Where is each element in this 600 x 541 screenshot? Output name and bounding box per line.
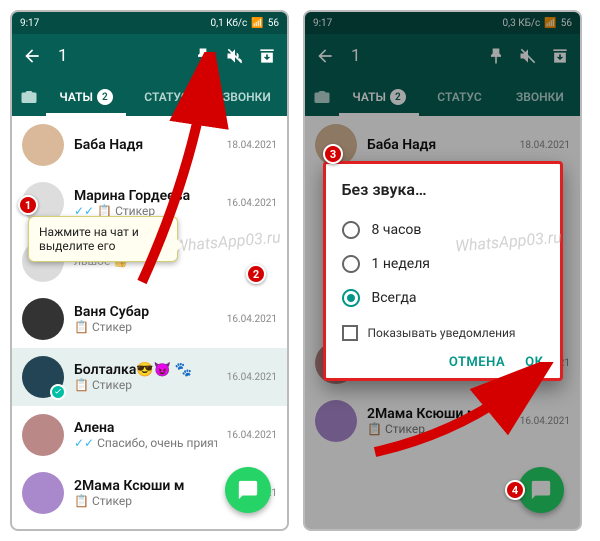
status-net: 0,1 Кб/с [210, 18, 247, 29]
chat-date: 16.04.2021 [227, 430, 277, 441]
chat-preview: 📋Стикер [74, 320, 217, 334]
selected-check-icon [50, 384, 66, 400]
tab-status[interactable]: СТАТУС [126, 78, 206, 116]
radio-1-week[interactable]: 1 неделя [342, 247, 544, 281]
cancel-button[interactable]: ОТМЕНА [449, 355, 505, 370]
chat-name: 2Мама Ксюши м [74, 478, 217, 494]
ok-button[interactable]: ОК [525, 355, 543, 370]
annotation-marker-3: 3 [323, 144, 343, 164]
modal-overlay: Без звука… 8 часов 1 неделя Всегда Показ… [305, 12, 580, 529]
chat-preview: 📋Стикер [74, 378, 217, 392]
checkbox-icon [342, 325, 358, 341]
archive-icon[interactable] [257, 46, 277, 66]
avatar[interactable] [22, 414, 64, 456]
chat-date: 18.04.2021 [227, 140, 277, 151]
status-time: 9:17 [20, 18, 39, 29]
chat-date: 16.04.2021 [227, 372, 277, 383]
chats-unread-badge: 2 [97, 89, 113, 105]
tab-calls[interactable]: ЗВОНКИ [207, 78, 287, 116]
avatar[interactable] [22, 356, 64, 398]
chat-row[interactable]: Алена ✓✓ Спасибо, очень приятно )) 16.04… [12, 406, 287, 464]
chat-row-selected[interactable]: Болталка😎😈 🐾 📋Стикер 16.04.2021 [12, 348, 287, 406]
mute-dialog: Без звука… 8 часов 1 неделя Всегда Показ… [323, 161, 563, 381]
read-ticks-icon: ✓✓ [74, 436, 94, 450]
back-arrow-icon[interactable] [22, 46, 42, 66]
pin-icon[interactable] [193, 46, 213, 66]
tab-bar: ЧАТЫ 2 СТАТУС ЗВОНКИ [12, 78, 287, 116]
battery-icon: 56 [268, 18, 279, 29]
phone-right: 9:17 0,3 КБ/с 📶 56 1 ЧАТЫ 2 СТАТУС ЗВОНК… [303, 10, 582, 531]
checkbox-show-notifications[interactable]: Показывать уведомления [342, 315, 544, 347]
avatar[interactable] [22, 298, 64, 340]
avatar[interactable] [22, 472, 64, 514]
chat-name: Ваня Субар [74, 304, 217, 320]
chat-name: Алена [74, 420, 217, 436]
selection-action-bar: 1 [12, 34, 287, 78]
chat-preview: ✓✓ Спасибо, очень приятно )) [74, 436, 217, 450]
mute-icon[interactable] [225, 46, 245, 66]
chat-row[interactable]: Баба Надя 18.04.2021 [12, 116, 287, 174]
tab-chats[interactable]: ЧАТЫ 2 [46, 78, 126, 116]
radio-icon [342, 221, 360, 239]
new-chat-fab[interactable] [225, 467, 271, 513]
avatar[interactable] [22, 124, 64, 166]
radio-icon [342, 255, 360, 273]
status-bar: 9:17 0,1 Кб/с 📶 56 [12, 12, 287, 34]
chat-date: 16.04.2021 [227, 198, 277, 209]
selection-count: 1 [58, 46, 68, 66]
annotation-callout: Нажмите на чат и выделите его [28, 216, 178, 262]
radio-icon-selected [342, 289, 360, 307]
annotation-marker-4: 4 [505, 480, 525, 500]
chat-row[interactable]: Андрей 7 Этаж 16.04.2021 [12, 522, 287, 529]
chat-row[interactable]: Ваня Субар 📋Стикер 16.04.2021 [12, 290, 287, 348]
dialog-title: Без звука… [342, 180, 544, 199]
chat-list: Баба Надя 18.04.2021 Марина Гордеева ✓✓ … [12, 116, 287, 529]
chat-name: Баба Надя [74, 137, 217, 153]
annotation-marker-2: 2 [246, 264, 266, 284]
chat-name: Марина Гордеева [74, 188, 217, 204]
radio-always[interactable]: Всегда [342, 281, 544, 315]
chat-name: Болталка😎😈 🐾 [74, 362, 217, 378]
chat-preview: 📋Стикер [74, 494, 217, 508]
signal-icon: 📶 [251, 18, 263, 29]
chat-date: 16.04.2021 [227, 314, 277, 325]
annotation-marker-1: 1 [18, 195, 38, 215]
tab-camera[interactable] [12, 88, 46, 106]
phone-left: 9:17 0,1 Кб/с 📶 56 1 ЧАТЫ 2 СТАТУС [10, 10, 289, 531]
